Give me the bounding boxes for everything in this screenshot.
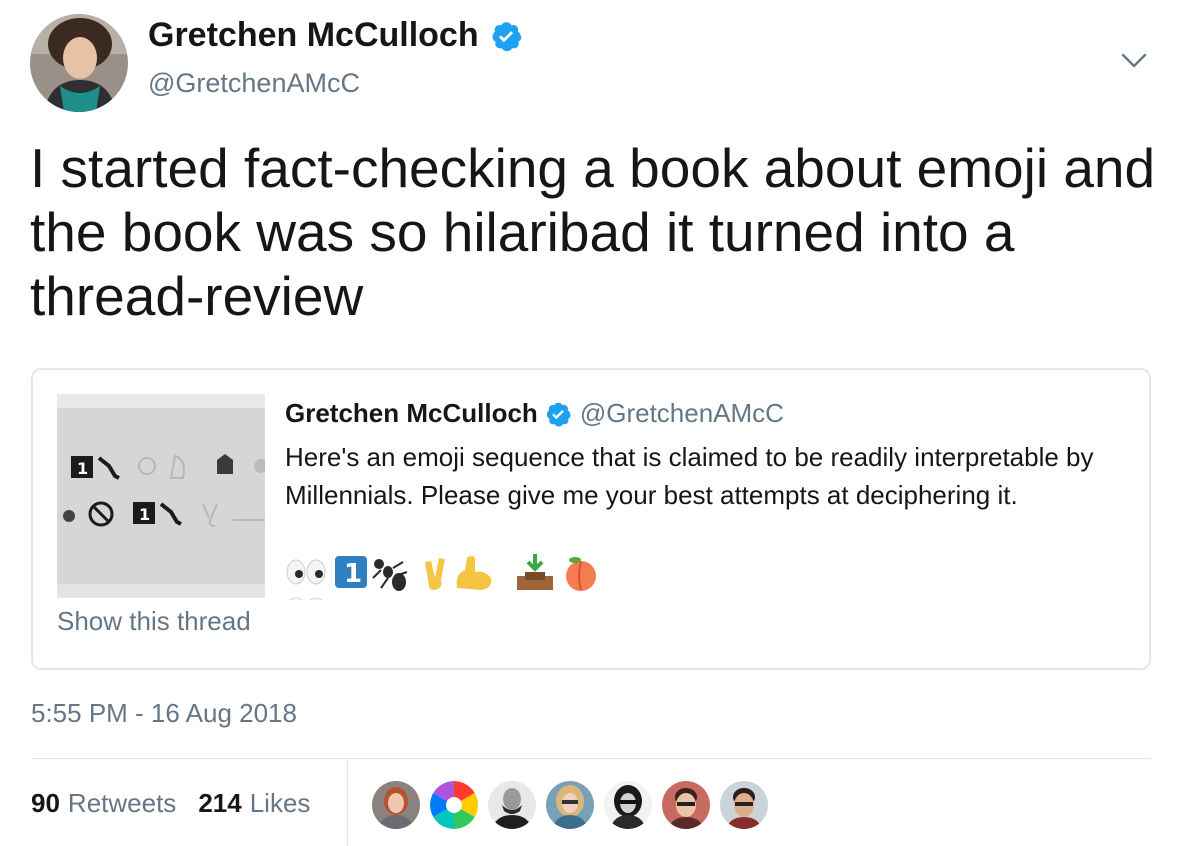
retweets-label: Retweets <box>67 788 177 818</box>
svg-text:1: 1 <box>344 559 362 589</box>
quoted-author-handle[interactable]: @GretchenAMcC <box>580 398 784 429</box>
likes-stat[interactable]: 214 Likes <box>198 788 310 819</box>
avatar[interactable] <box>488 781 536 829</box>
retweets-count: 90 <box>31 788 60 818</box>
likes-label: Likes <box>249 788 311 818</box>
chevron-down-icon[interactable] <box>1118 44 1150 76</box>
quoted-tweet-card[interactable]: 1 1 Gretchen McCulloch @GretchenAMcC Her… <box>31 368 1151 670</box>
author-avatar[interactable] <box>30 14 128 112</box>
keycap-one-icon: 1 <box>335 556 367 589</box>
verified-badge-icon <box>546 402 571 426</box>
avatar[interactable] <box>662 781 710 829</box>
quoted-tweet-text: Here's an emoji sequence that is claimed… <box>285 442 1094 510</box>
tweet-text: I started fact-checking a book about emo… <box>30 137 1156 327</box>
ant-icon <box>372 559 408 591</box>
quoted-tweet-header: Gretchen McCulloch @GretchenAMcC <box>285 398 784 429</box>
flexed-biceps-icon <box>456 556 492 590</box>
likers-avatars <box>372 781 768 829</box>
avatar[interactable] <box>430 781 478 829</box>
likes-count: 214 <box>198 788 242 818</box>
svg-text:1: 1 <box>77 459 88 478</box>
quoted-author-name[interactable]: Gretchen McCulloch <box>285 398 538 429</box>
victory-hand-icon <box>425 558 445 590</box>
quoted-tweet-image[interactable]: 1 1 <box>57 394 265 598</box>
eyes-icon <box>286 559 326 585</box>
show-thread-link[interactable]: Show this thread <box>57 606 251 637</box>
emoji-sequence-overflow <box>285 592 325 600</box>
avatar[interactable] <box>546 781 594 829</box>
author-name-row[interactable]: Gretchen McCulloch <box>148 16 523 55</box>
divider <box>31 758 1151 759</box>
stats-divider <box>347 760 348 846</box>
avatar[interactable] <box>372 781 420 829</box>
verified-badge-icon <box>492 21 522 51</box>
author-name[interactable]: Gretchen McCulloch <box>148 16 479 55</box>
tweet-timestamp[interactable]: 5:55 PM - 16 Aug 2018 <box>31 698 297 729</box>
peach-icon <box>566 557 596 591</box>
svg-text:1: 1 <box>139 505 150 524</box>
avatar[interactable] <box>604 781 652 829</box>
tweet-stats: 90 Retweets 214 Likes <box>31 788 332 819</box>
retweets-stat[interactable]: 90 Retweets <box>31 788 176 819</box>
inbox-tray-icon <box>517 554 553 590</box>
author-handle[interactable]: @GretchenAMcC <box>148 68 360 99</box>
emoji-sequence: 1 <box>285 548 645 594</box>
avatar[interactable] <box>720 781 768 829</box>
